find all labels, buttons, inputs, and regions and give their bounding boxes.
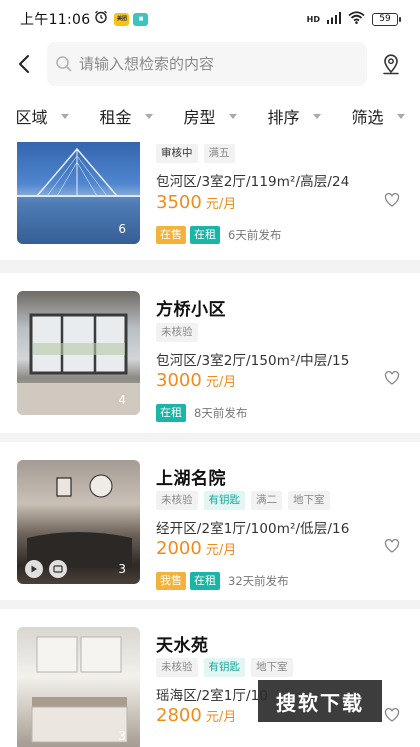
listing-price: 2800 元/月 [156,705,236,726]
listing-desc: 瑶海区/2室1厅/10 [156,688,269,704]
caret-down-icon [312,113,321,119]
photo-count: 4 [118,393,126,407]
alarm-icon [94,10,108,28]
listing-card[interactable]: 3 上湖名院 未核验 有钥匙 满二 地下室 经开区/2室1厅/100m²/低层/… [0,442,420,600]
listing-tags: 未核验 有钥匙 地下室 [156,658,293,677]
wifi-icon [348,11,365,27]
app-notification-icon: 美团 [114,12,130,26]
search-box[interactable] [47,42,367,86]
battery-level: 59 [379,13,391,24]
filter-label: 筛选 [351,108,384,127]
filter-label: 房型 [183,108,216,127]
search-input[interactable] [79,55,349,73]
filter-sort[interactable]: 排序 [252,104,336,128]
price-unit: 元/月 [205,543,237,558]
price-unit: 元/月 [205,710,237,725]
filter-district[interactable]: 区域 [0,104,84,128]
listing-tag: 地下室 [288,491,330,510]
favorite-heart-icon[interactable] [384,370,400,386]
status-badge: 我售 [156,572,186,590]
listing-card[interactable]: 6 审核中 满五 包河区/3室2厅/119m²/高层/24 3500 元/月 在… [0,142,420,260]
battery-icon: 59 [372,12,401,26]
listing-tags: 未核验 有钥匙 满二 地下室 [156,491,330,510]
status-bar: 上午11:06 美团 ■ HD 59 [0,0,420,38]
listing-desc: 包河区/3室2厅/119m²/高层/24 [156,174,350,190]
listing-title: 方桥小区 [156,300,226,320]
back-button[interactable] [2,42,46,86]
listing-list: 6 审核中 满五 包河区/3室2厅/119m²/高层/24 3500 元/月 在… [0,142,420,747]
signal-hd-label: HD [306,14,320,24]
listing-card[interactable]: 4 方桥小区 未核验 包河区/3室2厅/150m²/中层/15 3000 元/月… [0,273,420,433]
caret-down-icon [60,113,69,119]
map-pin-icon [383,54,399,75]
price-unit: 元/月 [205,197,237,212]
filter-label: 租金 [99,108,132,127]
filter-layout[interactable]: 房型 [168,104,252,128]
status-badge: 在租 [156,404,186,422]
listing-tag: 有钥匙 [203,491,245,510]
caret-down-icon [396,113,405,119]
listing-status: 在租 8天前发布 [156,404,247,422]
price-unit: 元/月 [205,375,237,390]
listing-price: 2000 元/月 [156,538,236,559]
listing-tag: 有钥匙 [203,658,245,677]
listing-desc: 包河区/3室2厅/150m²/中层/15 [156,353,350,369]
listing-desc: 经开区/2室1厅/100m²/低层/16 [156,521,350,537]
listing-title: 天水苑 [156,636,209,656]
cellular-signal-icon [327,11,341,27]
filter-label: 排序 [267,108,300,127]
favorite-heart-icon[interactable] [384,192,400,208]
posted-time: 32天前发布 [228,574,289,588]
listing-price: 3500 元/月 [156,192,236,213]
filter-rent[interactable]: 租金 [84,104,168,128]
caret-down-icon [228,113,237,119]
listing-tags: 未核验 [156,323,198,342]
search-icon [56,56,72,72]
listing-photo: 3 [17,627,140,747]
price-value: 3000 [156,370,202,391]
listing-tag: 未核验 [156,491,198,510]
price-value: 2800 [156,705,202,726]
listing-tag: 地下室 [251,658,293,677]
listing-tag: 满五 [203,144,235,163]
chevron-left-icon [19,55,29,73]
status-badge: 在租 [190,226,220,244]
favorite-heart-icon[interactable] [384,538,400,554]
price-value: 2000 [156,538,202,559]
play-video-icon[interactable] [25,560,43,578]
listing-tag: 审核中 [156,144,198,163]
filter-bar: 区域 租金 房型 排序 筛选 [0,90,420,142]
watermark-logo: 搜软下载 [258,680,382,722]
listing-title: 上湖名院 [156,469,226,489]
posted-time: 8天前发布 [194,406,248,420]
listing-photo: 6 [17,142,140,244]
status-time: 上午11:06 [20,12,91,28]
search-header [0,38,420,90]
listing-tag: 未核验 [156,658,198,677]
posted-time: 6天前发布 [228,228,282,242]
location-button[interactable] [376,49,406,79]
listing-status: 在售 在租 6天前发布 [156,226,281,244]
status-badge: 在租 [190,572,220,590]
favorite-heart-icon[interactable] [384,707,400,723]
listing-status: 我售 在租 32天前发布 [156,572,289,590]
listing-tag: 未核验 [156,323,198,342]
photo-count: 3 [118,562,126,576]
listing-card[interactable]: 3 天水苑 未核验 有钥匙 地下室 瑶海区/2室1厅/10 2800 元/月 [0,609,420,747]
filter-more[interactable]: 筛选 [336,104,420,128]
listing-photo: 4 [17,291,140,415]
panorama-icon[interactable] [49,560,67,578]
photo-count: 3 [118,729,126,743]
listing-price: 3000 元/月 [156,370,236,391]
caret-down-icon [144,113,153,119]
filter-label: 区域 [15,108,48,127]
app-notification-icon: ■ [133,12,149,26]
listing-tag: 满二 [251,491,282,510]
photo-count: 6 [118,222,126,236]
listing-tags: 审核中 满五 [156,144,235,163]
status-badge: 在售 [156,226,186,244]
listing-photo: 3 [17,460,140,584]
price-value: 3500 [156,192,202,213]
